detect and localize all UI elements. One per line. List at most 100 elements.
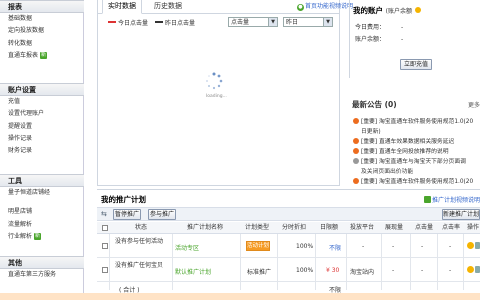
sidebar-item-conversion-data[interactable]: 转化数据 [0,38,84,50]
row-type: 标准推广 [247,269,272,276]
account-panel: 我的账户 (账户余额 今日费用： - 账户余额： - 立即充值 [349,0,480,78]
row-status: 没有参与任何活动 [115,238,164,245]
new-badge: 新 [40,51,48,59]
balance-label: 账户余额： [355,36,386,43]
column-divider [410,234,411,290]
row-impressions: - [392,267,395,274]
sidebar-item-traffic-analysis[interactable]: 流量解析 [0,219,84,231]
notice-item-text: [重要] 淘宝直通车软件服务使用规范1.0(20 [361,119,474,125]
account-subtitle: (账户余额 [385,8,412,15]
notice-bullet-icon [353,158,359,164]
sidebar-section-account-settings: 账户设置 [0,83,84,96]
sidebar-item-industry-analysis[interactable]: 行业解析新 [0,231,84,243]
help-link-label: 首页功能视频说明 [304,3,353,10]
loading-text: loading... [206,94,227,99]
row-status: 没有推广任何宝贝 [115,262,164,269]
pause-button[interactable]: 暂停推广 [113,209,141,220]
plan-panel: 我的推广计划 推广计划视频说明 ⇆ 暂停推广 参与推广 新建推广计划 状态 推广… [97,189,480,300]
notice-count: (0) [384,100,397,109]
thumbs-up-icon[interactable] [467,242,474,249]
metric-select[interactable]: 点击量 ▼ [228,17,278,27]
col-platform: 投放平台 [350,224,375,231]
edit-icon[interactable] [475,242,480,249]
tab-history[interactable]: 历史数据 [148,0,188,14]
new-badge: 新 [34,232,42,240]
table-row: 没有参与任何活动 活动专区 活动计划 100% 不限 - - - - [97,234,480,258]
legend-yesterday: 昨日点击量 [155,18,195,27]
balance-value: - [401,36,404,43]
row-checkbox[interactable] [102,267,108,273]
sidebar-item-targeting-data[interactable]: 定向投放数据 [0,25,84,37]
sidebar-item-basic-data[interactable]: 基础数据 [0,13,84,25]
thumbs-up-icon[interactable] [467,266,474,273]
notice-bullet-icon [353,118,359,124]
row-plan-name[interactable]: 默认推广计划 [175,267,211,276]
notice-title: 最新公告 (0) [352,99,397,110]
notice-item-continued[interactable]: 及关闭页面出价功能 [361,166,413,175]
chevron-down-icon: ▼ [268,18,277,26]
col-type: 计划类型 [245,224,270,231]
notice-item-text: [重要] 直通车效果数据相关服务延迟 [361,139,455,145]
sidebar-item-ztc-report[interactable]: 直通车报表新 [0,50,84,62]
notice-bullet-icon [353,148,359,154]
help-icon[interactable] [414,7,421,13]
new-plan-button[interactable]: 新建推广计划 [442,209,480,220]
plan-help-link[interactable]: 推广计划视频说明 [423,195,480,204]
column-divider [437,234,438,290]
select-all-checkbox[interactable] [102,225,108,231]
notice-bullet-icon [353,178,359,184]
sidebar-item-quantum[interactable]: 量子恒道店铺经 [0,187,84,199]
sidebar-item-star-shop[interactable]: 明星店铺 [0,206,84,218]
row-platform: 淘宝站内 [350,269,375,276]
day-select-value: 昨日 [286,19,299,26]
table-row: 没有推广任何宝贝 默认推广计划 标准推广 100% ¥ 30 淘宝站内 - - … [97,258,480,282]
row-limit[interactable]: 不限 [329,243,341,252]
edit-icon[interactable] [475,266,480,273]
col-name: 推广计划名称 [187,224,224,231]
notice-item[interactable]: [重要] 淘宝直通车软件服务使用规范1.0(20 [353,116,473,125]
today-cost-row: 今日费用： - [355,22,403,31]
sidebar-item-label: 直通车报表 [8,51,39,59]
row-ctr: - [449,243,452,250]
notice-item-continued[interactable]: 日更新) [361,126,381,135]
notice-item-text: [重要] 直通车全网投放推荐的说明 [361,149,449,155]
sidebar-item-operation-log[interactable]: 操作记录 [0,133,84,145]
legend-yesterday-label: 昨日点击量 [165,20,196,27]
sidebar-section-reports: 报表 [0,0,84,13]
day-select[interactable]: 昨日 ▼ [283,17,333,27]
loading-spinner-icon [206,72,223,90]
row-plan-name[interactable]: 活动专区 [175,243,199,252]
sidebar-section-tools: 工具 [0,174,84,187]
sidebar-item-third-party[interactable]: 直通车第三方服务 [0,269,84,281]
col-status: 状态 [135,224,148,231]
sidebar-item-recharge[interactable]: 充值 [0,96,84,108]
notice-item[interactable]: [重要] 淘宝直通车软件服务使用规范1.0(20 [353,176,473,185]
sidebar-item-agent-account[interactable]: 设置代理账户 [0,108,84,120]
recharge-button[interactable]: 立即充值 [400,59,432,70]
sidebar-section-other: 其他 [0,256,84,269]
balance-row: 账户余额： - [355,34,403,43]
row-limit[interactable]: ¥ 30 [326,267,339,274]
column-divider [109,234,110,290]
sidebar-item-label: 行业解析 [8,232,33,240]
video-help-link[interactable]: ● 首页功能视频说明 [296,1,353,11]
column-divider [277,234,278,290]
column-divider [463,234,464,290]
red-line-icon [108,21,116,23]
col-impressions: 展现量 [385,224,404,231]
plan-type-badge: 活动计划 [246,241,270,251]
notice-item[interactable]: [重要] 直通车全网投放推荐的说明 [353,146,449,155]
bottom-strip [0,293,480,300]
sidebar-item-finance-log[interactable]: 财务记录 [0,145,84,157]
info-icon [423,196,431,203]
plan-help-label: 推广计划视频说明 [431,197,480,204]
notice-item[interactable]: [重要] 直通车效果数据相关服务延迟 [353,136,454,145]
row-checkbox[interactable] [102,243,108,249]
legend-today-label: 今日点击量 [118,20,149,27]
tab-realtime[interactable]: 实时数据 [102,0,142,14]
sidebar: 报表 基础数据 定向投放数据 转化数据 直通车报表新 账户设置 充值 设置代理账… [0,0,84,300]
sidebar-item-reminder[interactable]: 提醒设置 [0,121,84,133]
notice-more-link[interactable]: 更多 [468,100,480,109]
start-button[interactable]: 参与推广 [148,209,176,220]
notice-item[interactable]: [重要] 淘宝直通车与淘宝天下部分页面调 [353,156,466,165]
